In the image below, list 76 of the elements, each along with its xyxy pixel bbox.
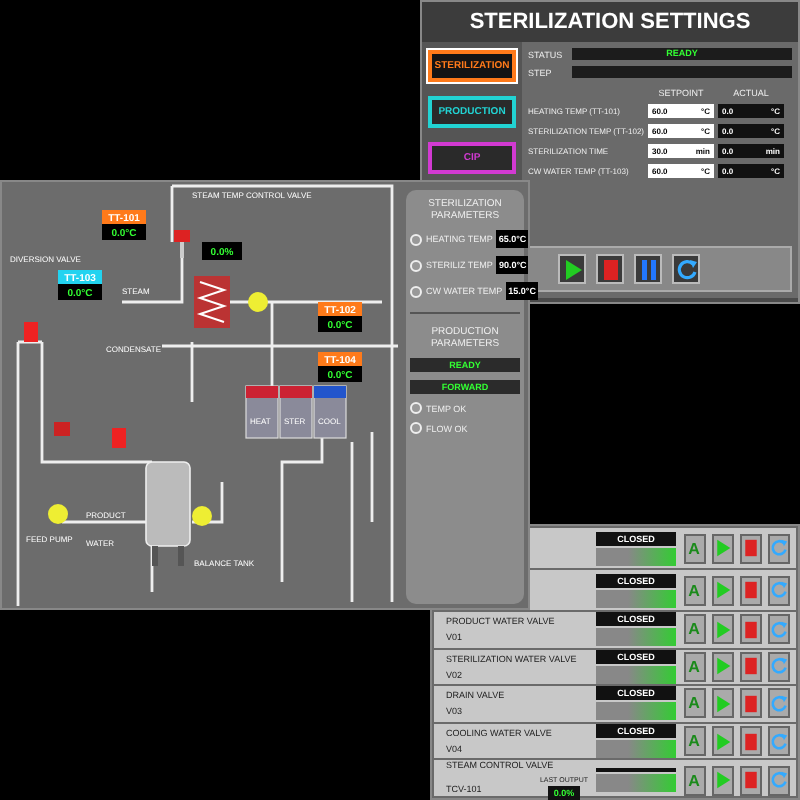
stop-button[interactable] xyxy=(739,575,761,605)
stop-icon xyxy=(741,729,759,754)
auto-button[interactable]: A xyxy=(683,614,705,645)
auto-button[interactable]: A xyxy=(683,575,705,605)
auto-button[interactable]: A xyxy=(683,765,705,796)
reset-button[interactable] xyxy=(767,575,789,605)
position-indicator xyxy=(596,589,676,607)
reset-button[interactable] xyxy=(767,688,789,719)
start-button[interactable] xyxy=(711,651,733,682)
start-button[interactable] xyxy=(711,575,733,605)
pump-icon xyxy=(48,504,68,524)
stop-icon xyxy=(741,617,759,642)
start-button[interactable] xyxy=(558,254,586,284)
start-button[interactable] xyxy=(711,614,733,645)
stop-button[interactable] xyxy=(739,651,761,682)
play-icon xyxy=(713,768,731,793)
play-icon xyxy=(713,536,731,560)
reset-icon xyxy=(769,768,787,793)
start-button[interactable] xyxy=(711,533,733,563)
stop-icon xyxy=(741,768,759,793)
play-icon xyxy=(713,691,731,716)
play-icon xyxy=(713,729,731,754)
pump-icon xyxy=(192,506,212,526)
position-indicator xyxy=(596,665,676,684)
reset-icon xyxy=(769,729,787,754)
play-icon xyxy=(713,654,731,679)
start-button[interactable] xyxy=(711,688,733,719)
valve-icon xyxy=(112,428,126,448)
stop-button[interactable] xyxy=(739,688,761,719)
reset-icon xyxy=(769,691,787,716)
reset-icon xyxy=(769,536,787,560)
play-icon xyxy=(561,257,583,281)
stop-icon xyxy=(741,691,759,716)
reset-button[interactable] xyxy=(767,765,789,796)
stop-button[interactable] xyxy=(739,726,761,757)
stop-button[interactable] xyxy=(739,533,761,563)
position-indicator xyxy=(596,702,676,721)
stop-button[interactable] xyxy=(739,765,761,796)
position-indicator xyxy=(596,740,676,759)
stop-icon xyxy=(741,654,759,679)
reset-icon xyxy=(769,617,787,642)
auto-button[interactable]: A xyxy=(683,688,705,719)
reset-button[interactable] xyxy=(767,533,789,563)
position-indicator xyxy=(596,547,676,565)
reset-icon xyxy=(769,654,787,679)
tank-drawing xyxy=(145,461,191,566)
stop-icon xyxy=(741,578,759,602)
control-valve-icon xyxy=(174,230,190,258)
reset-button[interactable] xyxy=(767,614,789,645)
reset-button[interactable] xyxy=(672,254,700,284)
start-button[interactable] xyxy=(711,765,733,796)
heat-exchanger-drawing xyxy=(245,385,347,439)
pause-button[interactable] xyxy=(634,254,662,284)
auto-button[interactable]: A xyxy=(683,651,705,682)
valve-icon xyxy=(24,322,38,342)
stop-button[interactable] xyxy=(739,614,761,645)
pump-icon xyxy=(248,292,268,312)
position-indicator xyxy=(596,774,676,793)
window-title: STERILIZATION SETTINGS xyxy=(422,2,798,42)
auto-button[interactable]: A xyxy=(683,533,705,563)
reset-icon xyxy=(769,578,787,602)
stop-icon xyxy=(741,536,759,560)
valve-icon xyxy=(54,422,70,436)
reset-button[interactable] xyxy=(767,651,789,682)
reset-icon xyxy=(675,257,697,281)
reset-button[interactable] xyxy=(767,726,789,757)
stop-icon xyxy=(599,257,621,281)
heat-exchanger-drawing xyxy=(194,276,230,328)
auto-button[interactable]: A xyxy=(683,726,705,757)
pause-icon xyxy=(637,257,659,281)
play-icon xyxy=(713,578,731,602)
stop-button[interactable] xyxy=(596,254,624,284)
start-button[interactable] xyxy=(711,726,733,757)
position-indicator xyxy=(596,628,676,647)
status-field xyxy=(596,768,676,773)
play-icon xyxy=(713,617,731,642)
